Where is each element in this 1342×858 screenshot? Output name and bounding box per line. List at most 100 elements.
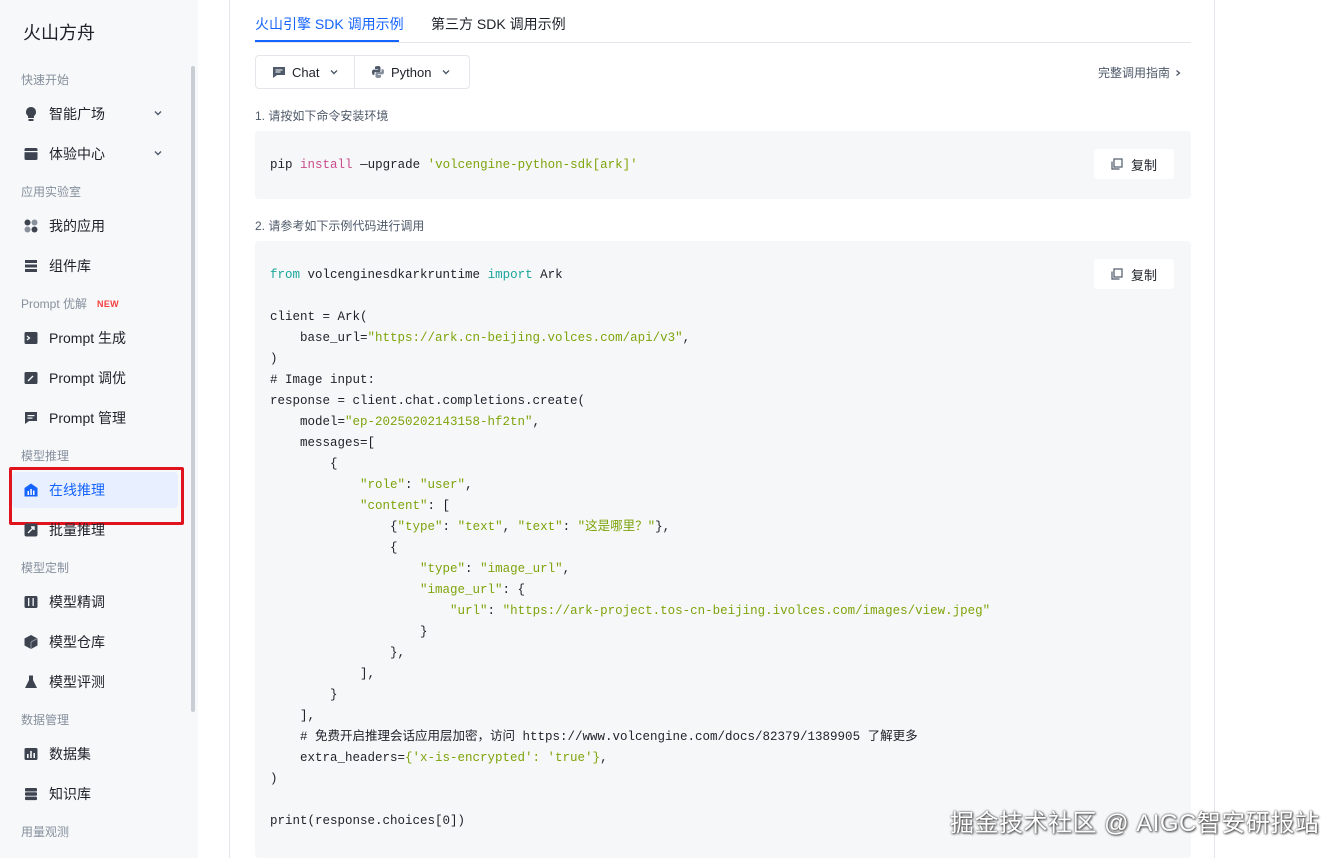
install-command: pip install —upgrade 'volcengine-python-… <box>270 155 638 176</box>
code-token: install <box>300 158 353 172</box>
database-icon <box>22 785 40 803</box>
code-token: : { <box>502 583 526 597</box>
section-label: 用量观测 <box>21 825 70 839</box>
copy-icon <box>1111 268 1123 280</box>
code-line: }, <box>270 646 406 660</box>
tab-third-party-sdk[interactable]: 第三方 SDK 调用示例 <box>431 14 566 34</box>
section-usage: 用量观测 <box>21 823 69 840</box>
code-line: response = client.chat.completions.creat… <box>270 394 586 408</box>
sidebar-item-knowledge[interactable]: 知识库 <box>12 776 178 812</box>
sidebar-item-experience[interactable]: 体验中心 <box>12 136 178 172</box>
code-token: "content" <box>360 499 428 513</box>
sidebar-item-label: 批量推理 <box>49 522 105 538</box>
sidebar-item-dataset[interactable]: 数据集 <box>12 736 178 772</box>
code-token: from <box>270 268 301 282</box>
copy-icon <box>1111 158 1123 170</box>
code-line: { <box>270 457 338 471</box>
section-inference: 模型推理 <box>21 447 69 464</box>
section-label: 模型定制 <box>21 561 70 575</box>
sidebar-item-label: 体验中心 <box>49 146 105 162</box>
chart-icon <box>22 481 40 499</box>
sidebar-scrollbar[interactable] <box>191 66 195 712</box>
sidebar-item-components[interactable]: 组件库 <box>12 248 178 284</box>
code-comment: # Image input: <box>270 373 376 387</box>
chevron-right-icon <box>1176 69 1181 76</box>
api-selector: Chat Python <box>255 55 470 89</box>
code-token: import <box>487 268 533 282</box>
sidebar-item-label: 模型精调 <box>49 594 105 610</box>
copy-install-button[interactable]: 复制 <box>1094 149 1174 179</box>
code-token: { <box>270 520 398 534</box>
code-token: "user" <box>420 478 466 492</box>
code-token: "text" <box>457 520 503 534</box>
sidebar-item-label: 智能广场 <box>49 106 105 122</box>
apps-icon <box>22 217 40 235</box>
full-guide-link[interactable]: 完整调用指南 <box>1098 64 1182 81</box>
code-token: : <box>405 478 421 492</box>
code-line: messages=[ <box>270 436 376 450</box>
sidebar-item-online-inference[interactable]: 在线推理 <box>9 467 184 525</box>
language-value: Python <box>391 64 432 80</box>
stack-icon <box>22 257 40 275</box>
message-icon <box>22 409 40 427</box>
sidebar-item-model-repo[interactable]: 模型仓库 <box>12 624 178 660</box>
bulb-icon <box>22 105 40 123</box>
copy-label: 复制 <box>1130 157 1157 173</box>
watermark-text: 掘金技术社区 @ AIGC智安研报站 <box>950 810 1320 837</box>
sidebar-item-prompt-tune[interactable]: Prompt 调优 <box>12 360 178 396</box>
sidebar-item-label: 我的应用 <box>49 218 105 234</box>
code-token: {'x-is-encrypted': 'true'} <box>405 751 601 765</box>
code-token: Ark <box>540 268 563 282</box>
content-right-border <box>1214 0 1215 858</box>
code-token: : <box>562 520 578 534</box>
code-token: "role" <box>360 478 406 492</box>
step-install-label: 1. 请按如下命令安装环境 <box>255 109 389 123</box>
copy-code-button[interactable]: 复制 <box>1094 259 1174 289</box>
new-badge: NEW <box>97 298 119 309</box>
sidebar-item-my-apps[interactable]: 我的应用 <box>12 208 178 244</box>
mode-value: Chat <box>292 64 320 80</box>
code-token: , <box>502 520 518 534</box>
code-line: ) <box>270 352 278 366</box>
sidebar-item-finetune[interactable]: 模型精调 <box>12 584 178 620</box>
code-token: , <box>562 562 571 576</box>
code-token: , <box>682 331 691 345</box>
sidebar-item-label: 知识库 <box>49 786 91 802</box>
mode-dropdown[interactable]: Chat <box>256 56 355 88</box>
code-token: 'volcengine-python-sdk[ark]' <box>427 158 638 172</box>
section-quick-start: 快速开始 <box>21 71 69 88</box>
tab-active-indicator <box>255 40 399 42</box>
sliders-icon <box>22 593 40 611</box>
flask-icon <box>22 673 40 691</box>
code-token: "type" <box>420 562 466 576</box>
sidebar-item-prompt-manage[interactable]: Prompt 管理 <box>12 400 178 436</box>
code-token: volcenginesdkarkruntime <box>307 268 481 282</box>
sidebar-item-prompt-generate[interactable]: Prompt 生成 <box>12 320 178 356</box>
code-token: "image_url" <box>480 562 563 576</box>
section-label: 模型推理 <box>21 449 70 463</box>
section-label: Prompt 优解 <box>21 297 88 311</box>
section-label: 快速开始 <box>21 73 70 87</box>
sidebar-item-label: 模型仓库 <box>49 634 105 650</box>
code-line: } <box>270 625 428 639</box>
language-dropdown[interactable]: Python <box>355 56 451 88</box>
guide-link-label: 完整调用指南 <box>1098 66 1171 80</box>
section-customize: 模型定制 <box>21 559 69 576</box>
sidebar-item-model-square[interactable]: 智能广场 <box>12 96 178 132</box>
section-label: 数据管理 <box>21 713 70 727</box>
sdk-tabs: 火山引擎 SDK 调用示例 第三方 SDK 调用示例 <box>255 0 1191 43</box>
code-token: extra_headers= <box>270 751 406 765</box>
code-line: print(response.choices[0]) <box>270 814 466 828</box>
sidebar-item-label: Prompt 生成 <box>49 330 127 346</box>
chevron-down-icon <box>330 70 338 75</box>
code-token: : [ <box>427 499 451 513</box>
code-token: "url" <box>450 604 488 618</box>
sidebar-item-eval[interactable]: 模型评测 <box>12 664 178 700</box>
tab-volcengine-sdk[interactable]: 火山引擎 SDK 调用示例 <box>255 14 404 34</box>
sidebar-item-batch-inference[interactable]: 批量推理 <box>12 512 178 548</box>
copy-label: 复制 <box>1130 267 1157 283</box>
sidebar-item-label: 数据集 <box>49 746 91 762</box>
